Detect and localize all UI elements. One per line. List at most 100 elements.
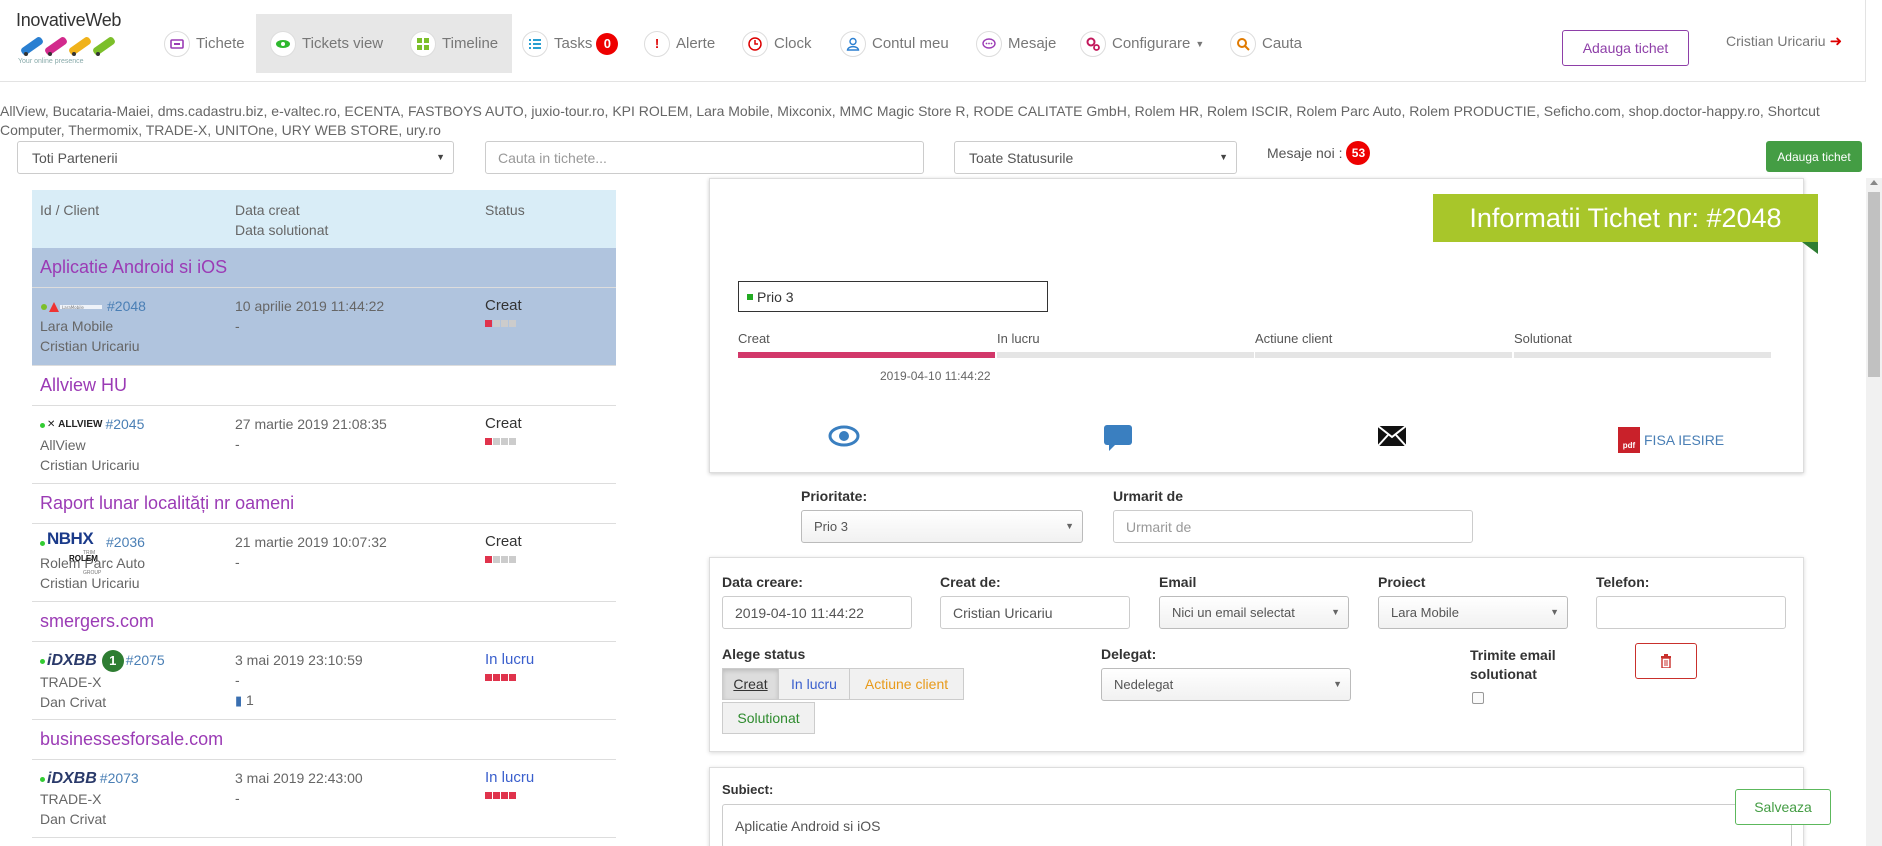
fisa-iesire-link[interactable]: pdf FISA IESIRE: [1618, 427, 1724, 453]
creat-de-input[interactable]: Cristian Uricariu: [940, 596, 1130, 629]
ticket-id-client: NBHX TRIM GROUP ROLEM #2036 Rolem Parc Auto…: [40, 529, 145, 593]
ticket-dates: 21 martie 2019 10:07:32 -: [235, 532, 387, 572]
ticket-user: Dan Crivat: [40, 811, 107, 828]
priority-bars: [485, 556, 522, 563]
priority-bars: [485, 674, 534, 681]
nav-tasks[interactable]: Tasks 0: [508, 14, 632, 73]
nav-mesaje[interactable]: Mesaje: [962, 14, 1070, 73]
ticket-group-title[interactable]: Raport lunar localități nr oameni: [32, 484, 616, 524]
save-button[interactable]: Salveaza: [1735, 789, 1831, 825]
step-bar: [738, 352, 995, 358]
partners-select[interactable]: Toti Partenerii ▼: [17, 141, 454, 174]
trimite-email-label-line1: Trimite email: [1470, 647, 1556, 663]
chevron-down-icon: ▼: [436, 152, 445, 162]
ticket-id-link[interactable]: #2048: [107, 298, 146, 314]
nav-timeline[interactable]: Timeline: [396, 14, 513, 73]
ticket-group-title[interactable]: businessesforsale.com: [32, 720, 616, 760]
chat-icon: [976, 30, 1002, 57]
urmarit-input[interactable]: Urmarit de: [1113, 510, 1473, 543]
nav-clock[interactable]: Clock: [728, 14, 826, 73]
table-row[interactable]: iDXBB 1 #2075 TRADE-X Dan Crivat 3 mai 201…: [32, 642, 616, 720]
nav-alerte[interactable]: ! Alerte: [630, 14, 729, 73]
ticket-created-date: 10 aprilie 2019 11:44:22: [235, 298, 385, 314]
status-in-lucru-button[interactable]: In lucru: [778, 668, 850, 700]
proiect-select-value: Lara Mobile: [1391, 605, 1459, 620]
table-row[interactable]: NBHX TRIM GROUP ROLEM #2036 Rolem Parc Auto…: [32, 524, 616, 602]
proiect-select[interactable]: Lara Mobile ▼: [1378, 596, 1568, 629]
step-creat: Creat: [738, 331, 995, 358]
online-dot-icon: [40, 658, 45, 664]
nav-tichete-label: Tichete: [196, 35, 245, 52]
ticket-client: TRADE-X: [40, 674, 102, 691]
ticket-id-client: LaraMobile #2048 Lara Mobile Cristian Uri…: [40, 296, 146, 356]
creat-de-label: Creat de:: [940, 574, 1001, 590]
ticket-icon: [164, 30, 190, 57]
ticket-dates: 3 mai 2019 23:10:59 - ▮ 1: [235, 650, 363, 711]
partners-list: AllView, Bucataria-Maiei, dms.cadastru.b…: [0, 103, 1820, 138]
lara-mobile-logo-text: LaraMobile: [62, 305, 84, 310]
ticket-group-title[interactable]: Aplicatie Android si iOS: [32, 248, 616, 288]
telefon-input[interactable]: [1596, 596, 1786, 629]
timeline-icon: [410, 30, 436, 57]
user-menu[interactable]: Cristian Uricariu ➜: [1726, 32, 1842, 50]
ticket-solved-date: -: [235, 318, 240, 334]
email-select[interactable]: Nici un email selectat ▼: [1159, 596, 1349, 629]
table-row[interactable]: ✕ ALLVIEW #2045 AllView Cristian Uricariu…: [32, 406, 616, 484]
online-dot-icon: [40, 540, 45, 546]
nav-tichete[interactable]: Tichete: [150, 14, 259, 73]
ticket-id-link[interactable]: #2036: [106, 534, 145, 550]
ticket-id-link[interactable]: #2073: [100, 770, 139, 786]
lara-mobile-logo: LaraMobile: [40, 301, 104, 313]
nav-tickets-view[interactable]: Tickets view: [256, 14, 398, 73]
brand-logo[interactable]: InovativeWeb Your online presence: [16, 10, 136, 70]
priority-box-label: Prio 3: [757, 288, 794, 305]
table-row[interactable]: LaraMobile #2048 Lara Mobile Cristian Uri…: [32, 288, 616, 366]
ticket-id-link[interactable]: #2075: [126, 652, 165, 668]
ticket-files-count: 1: [246, 692, 254, 708]
nav-contul-meu[interactable]: Contul meu: [826, 14, 963, 73]
ticket-group-title[interactable]: smergers.com: [32, 602, 616, 642]
view-eye-icon[interactable]: [828, 424, 860, 451]
page-scrollbar[interactable]: [1866, 178, 1882, 846]
ticket-dates: 3 mai 2019 22:43:00 -: [235, 768, 363, 808]
status-solutionat-button[interactable]: Solutionat: [722, 702, 815, 734]
ticket-files: ▮ 1: [235, 690, 363, 711]
col-id-client: Id / Client: [40, 202, 100, 218]
table-row[interactable]: iDXBB #2073 TRADE-X Dan Crivat 3 mai 2019…: [32, 760, 616, 838]
ticket-dates: 10 aprilie 2019 11:44:22 -: [235, 296, 384, 336]
scrollbar-thumb[interactable]: [1868, 192, 1880, 377]
status-creat-button[interactable]: Creat: [722, 668, 779, 700]
prioritate-select-value: Prio 3: [814, 519, 848, 534]
step-label: Actiune client: [1255, 331, 1333, 346]
status-actiune-client-button[interactable]: Actiune client: [849, 668, 964, 700]
delegat-select[interactable]: Nedelegat ▼: [1101, 668, 1351, 701]
nav-cauta[interactable]: Cauta: [1216, 14, 1316, 73]
add-ticket-button[interactable]: Adauga tichet: [1766, 141, 1862, 172]
nav-add-ticket-button[interactable]: Adauga tichet: [1562, 30, 1689, 66]
ticket-status-cell: Creat: [485, 296, 522, 327]
partners-select-value: Toti Partenerii: [32, 149, 118, 166]
delete-ticket-button[interactable]: [1635, 643, 1697, 679]
prioritate-select[interactable]: Prio 3 ▼: [801, 510, 1083, 543]
email-envelope-icon[interactable]: [1377, 424, 1407, 451]
subiect-input[interactable]: Aplicatie Android si iOS: [722, 804, 1792, 846]
status-select[interactable]: Toate Statusurile ▼: [954, 141, 1237, 174]
logout-icon[interactable]: ➜: [1830, 32, 1843, 50]
step-solutionat: Solutionat: [1514, 331, 1771, 358]
scroll-up-arrow-icon[interactable]: [1870, 180, 1878, 185]
ticket-group-title[interactable]: Allview HU: [32, 366, 616, 406]
search-tickets-input[interactable]: Cauta in tichete...: [485, 141, 924, 174]
urmarit-label: Urmarit de: [1113, 488, 1184, 504]
nav-contul-meu-label: Contul meu: [872, 35, 949, 52]
telefon-label: Telefon:: [1596, 574, 1650, 590]
new-messages-label: Mesaje noi :: [1267, 145, 1343, 161]
data-creare-input[interactable]: 2019-04-10 11:44:22: [722, 596, 912, 629]
nav-configurare[interactable]: Configurare ▼: [1066, 14, 1218, 73]
trimite-email-checkbox[interactable]: [1472, 692, 1484, 704]
ticket-id-link[interactable]: #2045: [105, 416, 144, 432]
new-messages[interactable]: Mesaje noi : 53: [1267, 141, 1371, 165]
clock-icon: [742, 30, 768, 57]
nav-alerte-label: Alerte: [676, 35, 716, 52]
comment-icon[interactable]: [1103, 424, 1133, 455]
online-dot-icon: [40, 776, 45, 782]
